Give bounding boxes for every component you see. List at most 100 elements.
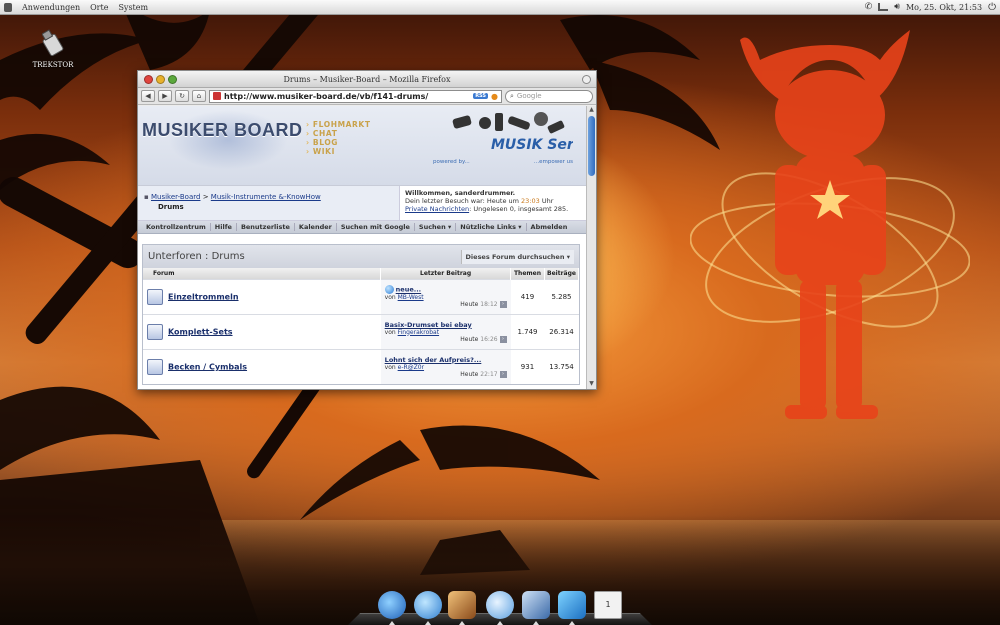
power-icon[interactable]: ⏻ — [988, 2, 996, 13]
partner-banner[interactable]: MUSIK Service powered by... ...empower u… — [433, 109, 586, 169]
minimize-button[interactable] — [156, 75, 165, 84]
scrollbar-thumb[interactable] — [588, 116, 595, 176]
subforum-table: Forum Letzter Beitrag Themen Beiträge Ei… — [143, 268, 580, 384]
dock: 1 — [348, 588, 652, 625]
dock-workspace-icon[interactable]: 1 — [594, 591, 622, 619]
dropdown-arrow-icon: ▾ — [447, 223, 452, 231]
last-visit-suffix: Uhr — [541, 197, 554, 205]
reload-button[interactable]: ↻ — [175, 90, 189, 102]
forum-search-button[interactable]: Dieses Forum durchsuchen ▾ — [460, 249, 574, 264]
close-button[interactable] — [144, 75, 153, 84]
maximize-button[interactable] — [168, 75, 177, 84]
forum-icon — [147, 358, 163, 375]
site-favicon-icon — [213, 92, 221, 100]
posts-count: 5.285 — [544, 278, 579, 314]
dock-video-chat-icon[interactable] — [414, 591, 442, 625]
site-logo[interactable]: MUSIKER BOARD — [142, 120, 303, 141]
window-restore-button[interactable] — [582, 75, 591, 84]
breadcrumb-parent[interactable]: Musik-Instrumente &-KnowHow — [211, 193, 321, 201]
usb-drive-icon — [41, 29, 64, 57]
last-visit-time: 23:03 — [521, 197, 540, 205]
link-wiki[interactable]: WIKI — [306, 147, 371, 156]
last-post-author[interactable]: Fingerakrobat — [398, 329, 439, 336]
site-banner: MUSIKER BOARD FLOHMARKT CHAT BLOG WIKI — [138, 106, 586, 186]
forum-home-icon: ▪ — [144, 193, 149, 201]
nav-nuetzliche-links[interactable]: Nützliche Links ▾ — [456, 223, 527, 231]
menu-places[interactable]: Orte — [90, 3, 108, 12]
last-post-title[interactable]: Lohnt sich der Aufpreis?... — [385, 356, 482, 364]
column-header-posts: Beiträge — [544, 268, 580, 279]
column-header-forum: Forum — [143, 268, 382, 279]
bookmark-star-icon[interactable]: ● — [491, 92, 498, 101]
dock-browser-icon[interactable] — [378, 591, 406, 625]
table-row: Becken / Cymbals Lohnt sich der Aufpreis… — [143, 348, 579, 384]
subforum-header: Unterforen : Drums Dieses Forum durchsuc… — [143, 245, 579, 268]
workspace-number: 1 — [605, 600, 611, 609]
last-post-author[interactable]: MB-West — [398, 294, 424, 301]
mascot-figure — [690, 30, 970, 419]
nav-suchen[interactable]: Suchen ▾ — [415, 223, 457, 231]
volume-icon[interactable]: 🔊︎ — [894, 2, 900, 12]
vertical-scrollbar[interactable]: ▲ ▼ — [586, 106, 596, 389]
link-flohmarkt[interactable]: FLOHMARKT — [306, 120, 371, 129]
url-bar[interactable]: http://www.musiker-board.de/vb/f141-drum… — [209, 89, 502, 103]
subforum-title: Unterforen : Drums — [148, 251, 245, 262]
window-titlebar[interactable]: Drums – Musiker-Board – Mozilla Firefox — [138, 71, 596, 88]
url-text: http://www.musiker-board.de/vb/f141-drum… — [224, 91, 429, 101]
breadcrumb-root[interactable]: Musiker-Board — [151, 193, 200, 201]
site-links: FLOHMARKT CHAT BLOG WIKI — [306, 120, 371, 156]
forum-icon — [147, 323, 163, 340]
private-messages-link[interactable]: Private Nachrichten — [405, 205, 469, 213]
dock-photo-icon[interactable] — [522, 591, 550, 625]
home-button[interactable]: ⌂ — [192, 90, 206, 102]
distro-logo-icon[interactable] — [4, 2, 12, 12]
breadcrumb-separator: > — [202, 193, 209, 201]
nav-hilfe[interactable]: Hilfe — [211, 223, 237, 231]
column-header-last-post: Letzter Beitrag — [380, 268, 511, 279]
forum-link[interactable]: Einzeltrommeln — [168, 292, 239, 301]
nav-abmelden[interactable]: Abmelden — [527, 223, 572, 231]
nav-kontrollzentrum[interactable]: Kontrollzentrum — [142, 223, 211, 231]
clock[interactable]: Mo, 25. Okt, 21:53 — [906, 3, 982, 12]
desktop-icon-usb-drive[interactable]: TREKSTOR — [30, 28, 76, 69]
nav-kalender[interactable]: Kalender — [295, 223, 337, 231]
dock-writer-icon[interactable] — [558, 591, 586, 625]
instruments-collage-icon: MUSIK Service — [452, 112, 586, 153]
table-row: Einzeltrommeln neue... von MB-West Heute… — [143, 278, 579, 314]
search-bar[interactable]: ⌕ Google — [505, 89, 593, 103]
breadcrumb: ▪ Musiker-Board > Musik-Instrumente &-Kn… — [138, 186, 400, 220]
goto-last-post-icon[interactable]: › — [499, 335, 507, 343]
link-chat[interactable]: CHAT — [306, 129, 371, 138]
phone-icon[interactable]: ✆ — [865, 2, 873, 12]
last-post-title[interactable]: neue... — [396, 286, 421, 294]
forum-link[interactable]: Becken / Cymbals — [168, 362, 247, 371]
nav-suchen-google[interactable]: Suchen mit Google — [337, 223, 415, 231]
table-row: Komplett-Sets Basix-Drumset bei ebay von… — [143, 313, 579, 349]
network-icon[interactable] — [878, 3, 889, 11]
nav-benutzerliste[interactable]: Benutzerliste — [237, 223, 295, 231]
top-panel: Anwendungen Orte System ✆ 🔊︎ Mo, 25. Okt… — [0, 0, 1000, 15]
dock-guitar-icon[interactable] — [448, 591, 476, 625]
partner-logo-text: MUSIK Service — [491, 137, 573, 153]
private-messages-count: : Ungelesen 0, insgesamt 285. — [469, 205, 569, 213]
rss-feed-icon[interactable]: RSS — [473, 93, 489, 99]
menu-system[interactable]: System — [118, 3, 148, 12]
last-post-author[interactable]: e-R@Z0r — [398, 364, 424, 371]
scroll-down-arrow-icon[interactable]: ▼ — [587, 380, 596, 389]
forum-navbar: Kontrollzentrum Hilfe Benutzerliste Kale… — [138, 221, 586, 234]
goto-last-post-icon[interactable]: › — [499, 301, 507, 308]
forward-button[interactable]: ▶ — [158, 90, 172, 102]
menu-applications[interactable]: Anwendungen — [22, 3, 80, 12]
window-title: Drums – Musiker-Board – Mozilla Firefox — [283, 75, 451, 84]
scroll-up-arrow-icon[interactable]: ▲ — [587, 106, 596, 115]
themes-count: 931 — [510, 348, 545, 384]
dock-music-icon[interactable] — [486, 591, 514, 625]
forum-link[interactable]: Komplett-Sets — [168, 327, 233, 336]
powered-by-left: powered by... — [433, 159, 470, 165]
search-placeholder: Google — [516, 92, 542, 100]
link-blog[interactable]: BLOG — [306, 138, 371, 147]
goto-last-post-icon[interactable]: › — [499, 370, 507, 378]
back-button[interactable]: ◀ — [141, 90, 155, 102]
last-post-title[interactable]: Basix-Drumset bei ebay — [385, 321, 472, 329]
last-visit-prefix: Dein letzter Besuch war: Heute um — [405, 197, 519, 205]
